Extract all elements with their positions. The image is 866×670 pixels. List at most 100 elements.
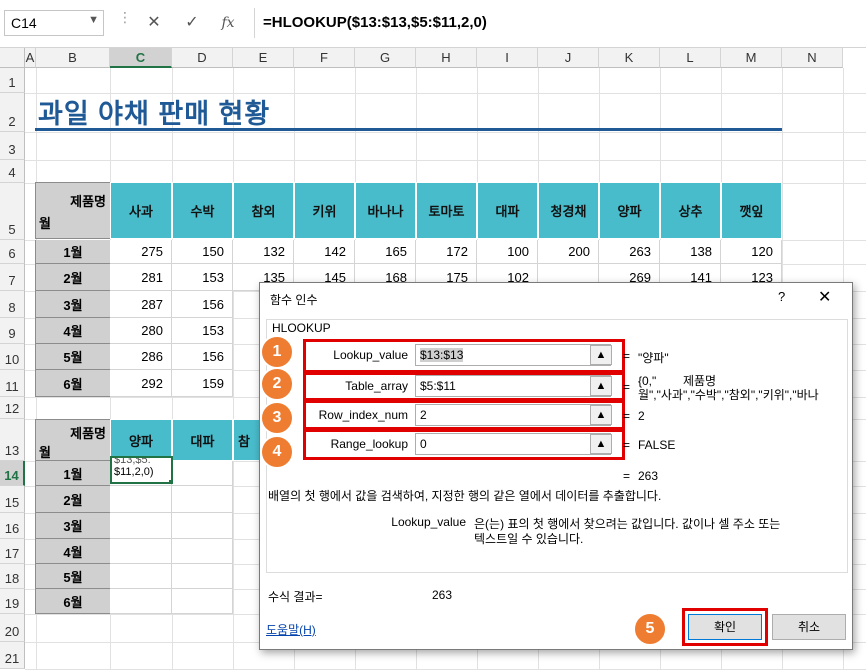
- ok-button[interactable]: 확인: [688, 614, 762, 640]
- table-cell[interactable]: 153: [172, 318, 233, 344]
- table-cell[interactable]: 275: [110, 240, 172, 264]
- table-cell[interactable]: [172, 486, 233, 513]
- table-cell[interactable]: 132: [233, 240, 294, 264]
- header-11[interactable]: 깻잎: [721, 182, 782, 239]
- month-label[interactable]: 3월: [35, 513, 111, 539]
- column-header-c[interactable]: C: [110, 48, 172, 68]
- table-cell[interactable]: 159: [172, 370, 233, 397]
- month-label[interactable]: 4월: [35, 539, 111, 564]
- month-label[interactable]: 6월: [35, 370, 111, 397]
- table-cell[interactable]: [172, 589, 233, 614]
- row-header-3[interactable]: 3: [0, 132, 25, 160]
- header-1[interactable]: 양파: [110, 419, 172, 461]
- table-cell[interactable]: 100: [477, 240, 538, 264]
- table-cell[interactable]: 142: [294, 240, 355, 264]
- table-cell[interactable]: 263: [599, 240, 660, 264]
- insert-function-icon[interactable]: fx: [216, 12, 240, 34]
- collapse-dialog-icon[interactable]: ▲: [590, 376, 612, 396]
- row-header-17[interactable]: 17: [0, 539, 25, 564]
- month-label[interactable]: 4월: [35, 318, 111, 344]
- header-9[interactable]: 양파: [599, 182, 660, 239]
- row-header-16[interactable]: 16: [0, 513, 25, 539]
- column-header-g[interactable]: G: [355, 48, 416, 68]
- table-cell[interactable]: 165: [355, 240, 416, 264]
- month-label[interactable]: 1월: [35, 240, 111, 264]
- table-cell[interactable]: [110, 486, 172, 513]
- collapse-dialog-icon[interactable]: ▲: [590, 434, 612, 454]
- header-10[interactable]: 상추: [660, 182, 721, 239]
- help-link[interactable]: 도움말(H): [266, 621, 316, 638]
- month-label[interactable]: 2월: [35, 486, 111, 513]
- table-cell[interactable]: 156: [172, 291, 233, 318]
- table2-corner[interactable]: 제품명 월: [35, 419, 111, 461]
- header-7[interactable]: 대파: [477, 182, 538, 239]
- row-header-8[interactable]: 8: [0, 291, 25, 318]
- column-header-m[interactable]: M: [721, 48, 782, 68]
- table-array-input[interactable]: $5:$11: [415, 375, 611, 397]
- collapse-dialog-icon[interactable]: ▲: [590, 345, 612, 365]
- header-1[interactable]: 사과: [110, 182, 172, 239]
- header-8[interactable]: 청경채: [538, 182, 599, 239]
- month-label[interactable]: 1월: [35, 461, 111, 486]
- table-cell[interactable]: [172, 564, 233, 589]
- row-header-21[interactable]: 21: [0, 642, 25, 669]
- table-cell[interactable]: 153: [172, 264, 233, 291]
- table1-corner[interactable]: 제품명 월: [35, 182, 111, 239]
- row-header-1[interactable]: 1: [0, 68, 25, 93]
- row-header-9[interactable]: 9: [0, 318, 25, 344]
- range-lookup-input[interactable]: 0: [415, 433, 611, 455]
- formula-input[interactable]: =HLOOKUP($13:$13,$5:$11,2,0): [254, 8, 862, 38]
- row-header-5[interactable]: 5: [0, 183, 25, 240]
- table-cell[interactable]: [110, 564, 172, 589]
- table-cell[interactable]: 281: [110, 264, 172, 291]
- header-5[interactable]: 바나나: [355, 182, 416, 239]
- table-cell[interactable]: [110, 539, 172, 564]
- month-label[interactable]: 5월: [35, 344, 111, 370]
- month-label[interactable]: 2월: [35, 264, 111, 291]
- help-icon[interactable]: ?: [778, 289, 785, 304]
- table-cell[interactable]: [110, 589, 172, 614]
- header-2[interactable]: 대파: [172, 419, 233, 461]
- chevron-down-icon[interactable]: ▼: [88, 14, 99, 26]
- sheet-title[interactable]: 과일 야채 판매 현황: [38, 92, 270, 131]
- header-3[interactable]: 참외: [233, 182, 294, 239]
- close-icon[interactable]: ✕: [818, 287, 831, 307]
- column-header-d[interactable]: D: [172, 48, 233, 68]
- table-cell[interactable]: [172, 513, 233, 539]
- select-all-corner[interactable]: [0, 48, 25, 68]
- fill-handle[interactable]: [169, 480, 171, 482]
- column-header-n[interactable]: N: [782, 48, 843, 68]
- enter-icon[interactable]: ✓: [180, 12, 204, 34]
- lookup-value-input[interactable]: $13:$13: [415, 344, 611, 366]
- table-cell[interactable]: 200: [538, 240, 599, 264]
- month-label[interactable]: 5월: [35, 564, 111, 589]
- row-header-11[interactable]: 11: [0, 370, 25, 397]
- column-header-l[interactable]: L: [660, 48, 721, 68]
- table-cell[interactable]: [110, 513, 172, 539]
- header-6[interactable]: 토마토: [416, 182, 477, 239]
- table-cell[interactable]: 287: [110, 291, 172, 318]
- row-header-6[interactable]: 6: [0, 240, 25, 264]
- table-cell[interactable]: 156: [172, 344, 233, 370]
- active-cell-c14[interactable]: $13,$5: $11,2,0): [110, 456, 173, 484]
- table-cell[interactable]: 150: [172, 240, 233, 264]
- row-header-4[interactable]: 4: [0, 160, 25, 183]
- row-header-12[interactable]: 12: [0, 397, 25, 419]
- column-header-j[interactable]: J: [538, 48, 599, 68]
- column-header-a[interactable]: A: [25, 48, 36, 68]
- cancel-button[interactable]: 취소: [772, 614, 846, 640]
- month-label[interactable]: 3월: [35, 291, 111, 318]
- column-header-h[interactable]: H: [416, 48, 477, 68]
- cancel-icon[interactable]: ✕: [142, 12, 166, 34]
- row-header-10[interactable]: 10: [0, 344, 25, 370]
- row-header-20[interactable]: 20: [0, 614, 25, 642]
- row-header-14[interactable]: 14: [0, 461, 25, 486]
- table-cell[interactable]: [172, 539, 233, 564]
- row-header-15[interactable]: 15: [0, 486, 25, 513]
- row-header-7[interactable]: 7: [0, 264, 25, 291]
- column-header-f[interactable]: F: [294, 48, 355, 68]
- column-header-e[interactable]: E: [233, 48, 294, 68]
- table-cell[interactable]: 120: [721, 240, 782, 264]
- header-4[interactable]: 키위: [294, 182, 355, 239]
- column-header-b[interactable]: B: [36, 48, 110, 68]
